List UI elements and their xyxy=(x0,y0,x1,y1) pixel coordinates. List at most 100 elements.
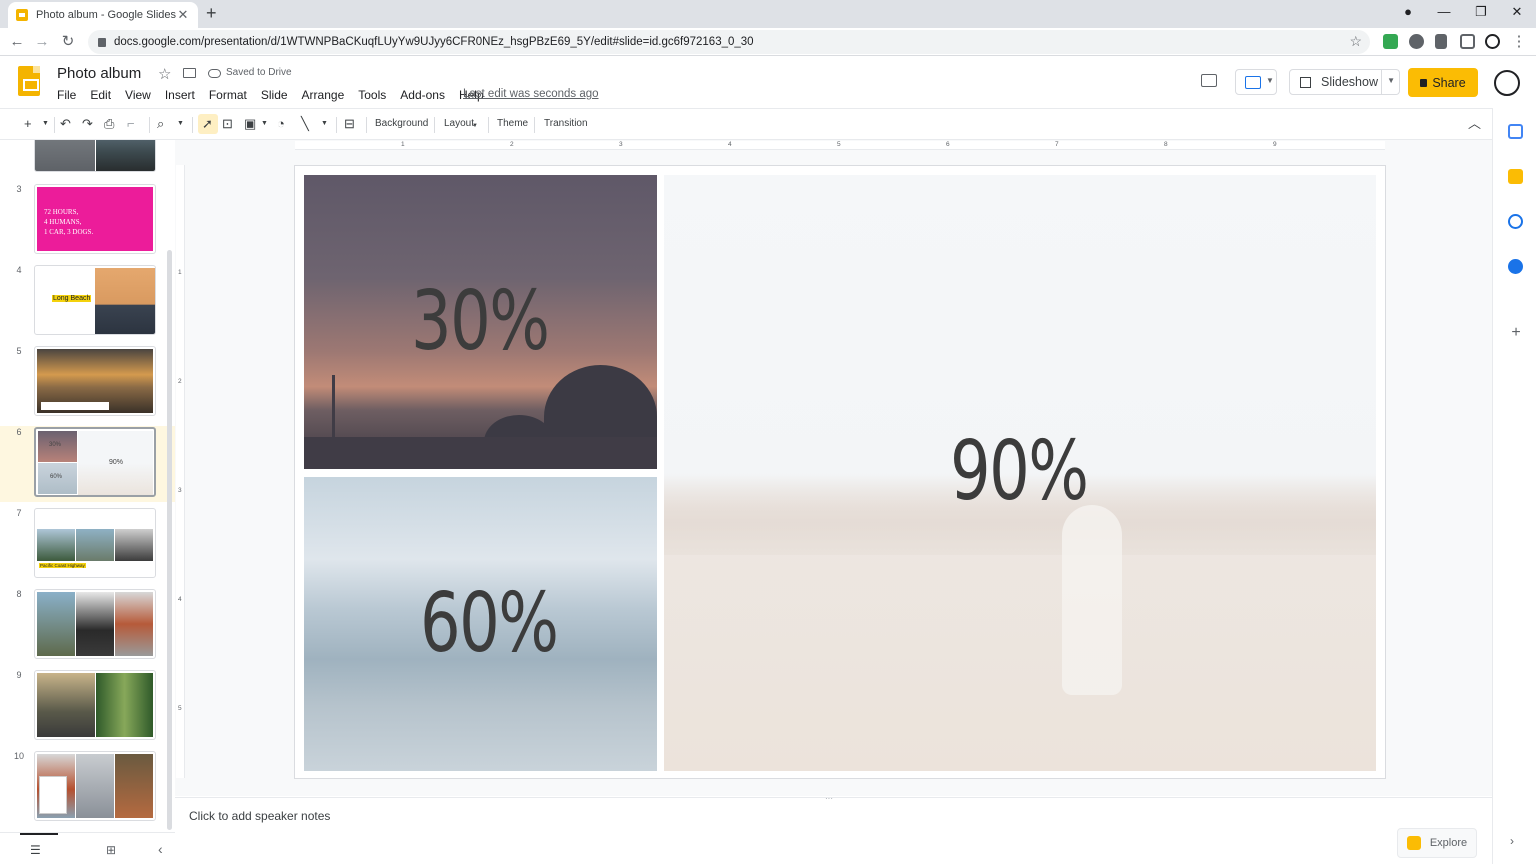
slide-thumbnail-9[interactable] xyxy=(34,670,156,740)
last-edit-link[interactable]: Last edit was seconds ago xyxy=(463,88,599,100)
chevron-down-icon[interactable]: ▼ xyxy=(1387,76,1395,85)
close-tab-icon[interactable]: ✕ xyxy=(176,7,190,23)
add-ons-plus-icon[interactable]: + xyxy=(1510,325,1522,341)
extensions-puzzle-icon[interactable] xyxy=(1409,34,1424,49)
present-to-meeting-button[interactable]: ▼ xyxy=(1235,69,1277,95)
speaker-notes-placeholder[interactable]: Click to add speaker notes xyxy=(189,809,330,823)
paint-format-icon[interactable]: ⌐ xyxy=(127,116,135,132)
stat-60-percent[interactable]: 60% xyxy=(420,576,559,671)
menu-tools[interactable]: Tools xyxy=(351,88,393,102)
current-slide[interactable]: 30% 60% 90% xyxy=(294,165,1386,779)
slide-thumbnail-4[interactable]: Long Beach xyxy=(34,265,156,335)
profile-avatar-icon[interactable] xyxy=(1485,34,1500,49)
present-screen-icon xyxy=(1245,76,1261,89)
menu-file[interactable]: File xyxy=(50,88,83,102)
bookmark-star-icon[interactable]: ☆ xyxy=(1349,33,1362,50)
chrome-menu-icon[interactable]: ⋮ xyxy=(1510,33,1528,51)
slide-thumbnail-3[interactable]: 72 HOURS, 4 HUMANS, 1 CAR, 3 DOGS. xyxy=(34,184,156,254)
filmstrip-view-icon[interactable]: ☰ xyxy=(30,843,41,857)
resize-handle-icon[interactable]: ··· xyxy=(825,794,833,803)
collapse-filmstrip-icon[interactable]: ‹ xyxy=(158,841,163,857)
share-button[interactable]: Share xyxy=(1408,68,1478,97)
slide-thumbnail-2[interactable] xyxy=(34,140,156,172)
slide-thumbnail-6[interactable]: 30% 60% 90% xyxy=(34,427,156,497)
filmstrip: 3 72 HOURS, 4 HUMANS, 1 CAR, 3 DOGS. 4 L… xyxy=(0,140,175,832)
stat-30-percent[interactable]: 30% xyxy=(411,274,550,369)
tab-title: Photo album - Google Slides xyxy=(36,9,176,21)
slideshow-label: Slideshow xyxy=(1321,75,1378,89)
print-icon[interactable]: ⎙ xyxy=(104,116,114,132)
shape-icon[interactable]: ◔ xyxy=(277,116,285,132)
line-icon[interactable]: ╲ xyxy=(301,116,309,132)
slide-number: 10 xyxy=(13,751,24,761)
tasks-icon[interactable] xyxy=(1508,214,1523,229)
stat-90-percent[interactable]: 90% xyxy=(950,424,1089,519)
expand-panel-icon[interactable]: › xyxy=(1510,834,1525,849)
grid-view-icon[interactable]: ⊞ xyxy=(106,843,116,857)
slides-logo-icon[interactable] xyxy=(18,66,40,96)
browser-tab[interactable]: Photo album - Google Slides ✕ xyxy=(8,2,198,28)
chevron-down-icon[interactable]: ▼ xyxy=(261,116,268,132)
explore-button[interactable]: Explore xyxy=(1397,828,1477,858)
lock-icon xyxy=(98,37,106,47)
speaker-notes[interactable]: ··· Click to add speaker notes Explore xyxy=(175,794,1492,864)
filmstrip-scrollbar[interactable] xyxy=(167,250,172,830)
image-icon[interactable]: ▣ xyxy=(244,116,256,132)
slide-number: 3 xyxy=(16,184,22,194)
menu-slide[interactable]: Slide xyxy=(254,88,295,102)
contacts-icon[interactable] xyxy=(1508,259,1523,274)
close-window-icon[interactable]: ✕ xyxy=(1507,4,1527,20)
toolbar: + ▼ ↶ ↷ ⎙ ⌐ ⌕ ▼ ➚ ⊡ ▣ ▼ ◔ ╲ ▼ ⊟ Backgrou… xyxy=(0,108,1492,140)
sidebar-icon[interactable] xyxy=(1460,34,1475,49)
slide-number: 5 xyxy=(16,346,22,356)
restore-icon[interactable]: ❐ xyxy=(1471,4,1491,20)
chevron-down-icon[interactable]: ▼ xyxy=(42,116,49,132)
forward-icon[interactable]: → xyxy=(33,33,51,51)
collapse-toolbar-icon[interactable]: ︿ xyxy=(1468,116,1481,132)
chevron-down-icon[interactable]: ▼ xyxy=(321,116,328,132)
new-tab-icon[interactable]: + xyxy=(206,4,217,22)
slideshow-button[interactable]: Slideshow ▼ xyxy=(1289,69,1400,95)
comment-add-icon[interactable]: ⊟ xyxy=(344,116,355,132)
zoom-icon[interactable]: ⌕ xyxy=(157,116,164,132)
chevron-down-icon[interactable]: ▼ xyxy=(472,118,478,134)
menu-bar: File Edit View Insert Format Slide Arran… xyxy=(50,88,491,102)
back-icon[interactable]: ← xyxy=(8,33,26,51)
undo-icon[interactable]: ↶ xyxy=(60,116,71,132)
calendar-icon[interactable] xyxy=(1508,124,1523,139)
drive-extension-icon[interactable] xyxy=(1383,34,1398,49)
redo-icon[interactable]: ↷ xyxy=(82,116,93,132)
layout-button[interactable]: Layout xyxy=(444,118,474,129)
menu-view[interactable]: View xyxy=(118,88,158,102)
document-title[interactable]: Photo album xyxy=(57,65,141,82)
slide-thumbnail-5[interactable] xyxy=(34,346,156,416)
minimize-icon[interactable]: — xyxy=(1434,4,1454,19)
background-button[interactable]: Background xyxy=(375,118,428,129)
extension-icon[interactable] xyxy=(1435,34,1447,49)
slide3-title: 72 HOURS, 4 HUMANS, 1 CAR, 3 DOGS. xyxy=(44,208,94,236)
menu-arrange[interactable]: Arrange xyxy=(295,88,352,102)
star-icon[interactable]: ☆ xyxy=(158,65,171,83)
cursor-icon: ➚ xyxy=(202,116,213,131)
menu-edit[interactable]: Edit xyxy=(83,88,118,102)
text-box-icon[interactable]: ⊡ xyxy=(222,116,233,132)
keep-icon[interactable] xyxy=(1508,169,1523,184)
move-folder-icon[interactable] xyxy=(183,68,196,78)
slide-thumbnail-10[interactable] xyxy=(34,751,156,821)
menu-format[interactable]: Format xyxy=(202,88,254,102)
comments-icon[interactable] xyxy=(1201,74,1217,87)
menu-addons[interactable]: Add-ons xyxy=(393,88,452,102)
account-avatar[interactable] xyxy=(1494,70,1520,96)
slide-thumbnail-7[interactable]: Pacific Coast Highway xyxy=(34,508,156,578)
reload-icon[interactable]: ↻ xyxy=(59,33,77,51)
slide-number: 9 xyxy=(16,670,22,680)
slide-thumbnail-8[interactable] xyxy=(34,589,156,659)
menu-insert[interactable]: Insert xyxy=(158,88,202,102)
chevron-down-icon[interactable]: ▼ xyxy=(177,116,184,132)
app-header: Photo album ☆ Saved to Drive File Edit V… xyxy=(0,56,1536,108)
new-slide-icon[interactable]: + xyxy=(24,116,32,132)
profile-menu-icon[interactable]: ● xyxy=(1398,4,1418,19)
theme-button[interactable]: Theme xyxy=(497,118,528,129)
transition-button[interactable]: Transition xyxy=(544,118,588,129)
url-input[interactable]: docs.google.com/presentation/d/1WTWNPBaC… xyxy=(88,30,1370,54)
